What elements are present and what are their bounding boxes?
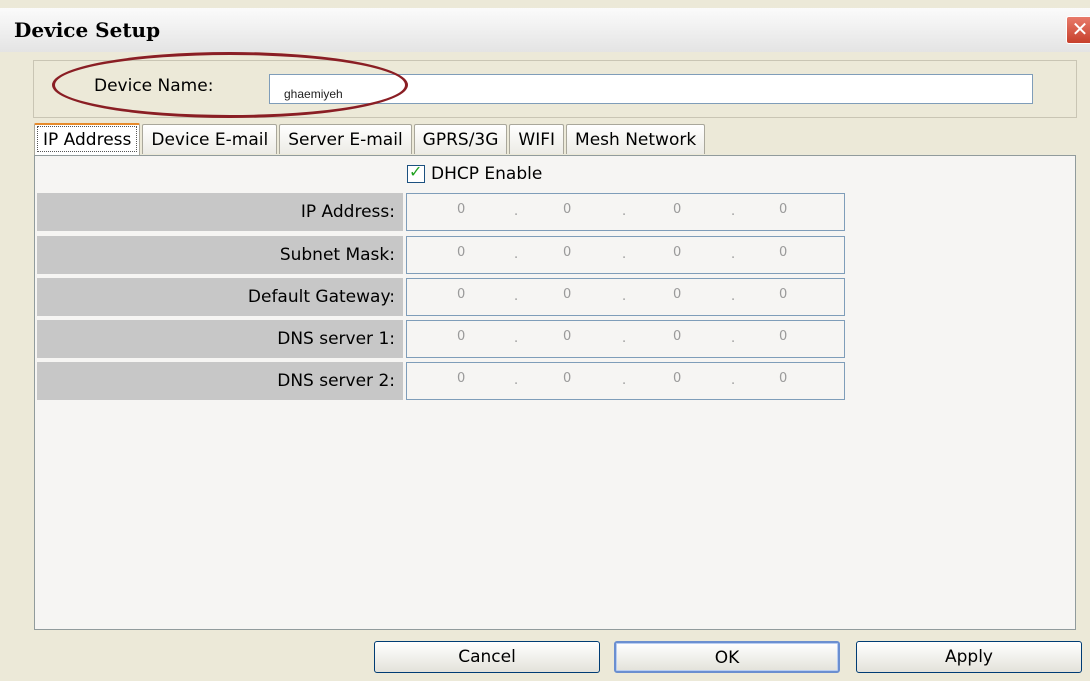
tab-device-email[interactable]: Device E-mail [142, 124, 278, 154]
ip-octet[interactable]: 0 [673, 371, 681, 386]
ip-octet[interactable]: 0 [457, 245, 465, 260]
checkmark-icon: ✓ [409, 162, 423, 181]
ip-address-field[interactable]: 0 0 0 0... [406, 320, 845, 358]
tab-strip: IP Address Device E-mail Server E-mail G… [34, 123, 706, 156]
octet-separator: . [622, 247, 627, 262]
ip-octet[interactable]: 0 [779, 245, 787, 260]
checkbox-box[interactable]: ✓ [407, 162, 425, 183]
cancel-button[interactable]: Cancel [374, 641, 600, 673]
device-name-label: Device Name: [94, 76, 214, 96]
ip-row-label: DNS server 2: [37, 362, 403, 400]
ip-row: DNS server 1: 0 0 0 0... [37, 320, 845, 358]
octet-separator: . [514, 289, 519, 304]
octet-separator: . [622, 289, 627, 304]
octet-separator: . [514, 247, 519, 262]
octet-separator: . [622, 373, 627, 388]
title-bar[interactable]: Device Setup ✕ [0, 8, 1090, 52]
ip-octet[interactable]: 0 [563, 245, 571, 260]
octet-separator: . [731, 373, 736, 388]
octet-separator: . [731, 289, 736, 304]
ip-octet[interactable]: 0 [779, 329, 787, 344]
ip-row: IP Address: 0 0 0 0... [37, 193, 845, 231]
ip-octet[interactable]: 0 [673, 329, 681, 344]
ip-row: Default Gateway: 0 0 0 0... [37, 278, 845, 316]
octet-separator: . [731, 204, 736, 219]
octet-separator: . [731, 331, 736, 346]
dhcp-enable-checkbox[interactable]: ✓ DHCP Enable [407, 162, 543, 184]
tab-ip-address[interactable]: IP Address [34, 123, 141, 155]
ip-octet[interactable]: 0 [457, 329, 465, 344]
ip-octet[interactable]: 0 [457, 202, 465, 217]
tab-server-email[interactable]: Server E-mail [279, 124, 412, 154]
ip-octet[interactable]: 0 [673, 245, 681, 260]
ip-octet[interactable]: 0 [779, 371, 787, 386]
octet-separator: . [514, 331, 519, 346]
apply-button[interactable]: Apply [856, 641, 1082, 673]
dhcp-label: DHCP Enable [431, 164, 543, 184]
tab-wifi[interactable]: WIFI [509, 124, 565, 154]
octet-separator: . [514, 204, 519, 219]
octet-separator: . [622, 331, 627, 346]
ip-octet[interactable]: 0 [779, 202, 787, 217]
octet-separator: . [514, 373, 519, 388]
octet-separator: . [731, 247, 736, 262]
close-button[interactable]: ✕ [1066, 16, 1090, 44]
ip-octet[interactable]: 0 [457, 287, 465, 302]
ip-row-label: DNS server 1: [37, 320, 403, 358]
ip-octet[interactable]: 0 [563, 202, 571, 217]
device-setup-dialog: Device Setup ✕ Device Name: ghaemiyeh IP… [0, 0, 1090, 681]
tab-gprs-3g[interactable]: GPRS/3G [413, 124, 508, 154]
ip-row: DNS server 2: 0 0 0 0... [37, 362, 845, 400]
ip-address-field[interactable]: 0 0 0 0... [406, 278, 845, 316]
ip-address-field[interactable]: 0 0 0 0... [406, 236, 845, 274]
ip-octet[interactable]: 0 [563, 287, 571, 302]
ip-row-label: Subnet Mask: [37, 236, 403, 274]
close-icon: ✕ [1071, 17, 1089, 41]
octet-separator: . [622, 204, 627, 219]
ip-row-label: IP Address: [37, 193, 403, 231]
ip-octet[interactable]: 0 [563, 329, 571, 344]
ip-address-field[interactable]: 0 0 0 0... [406, 362, 845, 400]
ok-button[interactable]: OK [614, 641, 840, 673]
ip-octet[interactable]: 0 [673, 202, 681, 217]
ip-octet[interactable]: 0 [673, 287, 681, 302]
device-name-input[interactable]: ghaemiyeh [269, 74, 1033, 104]
ip-octet[interactable]: 0 [563, 371, 571, 386]
dialog-title: Device Setup [14, 18, 161, 42]
ip-octet[interactable]: 0 [457, 371, 465, 386]
ip-row-label: Default Gateway: [37, 278, 403, 316]
ip-row: Subnet Mask: 0 0 0 0... [37, 236, 845, 274]
ip-octet[interactable]: 0 [779, 287, 787, 302]
ip-address-field[interactable]: 0 0 0 0... [406, 193, 845, 231]
tab-mesh-network[interactable]: Mesh Network [566, 124, 706, 154]
